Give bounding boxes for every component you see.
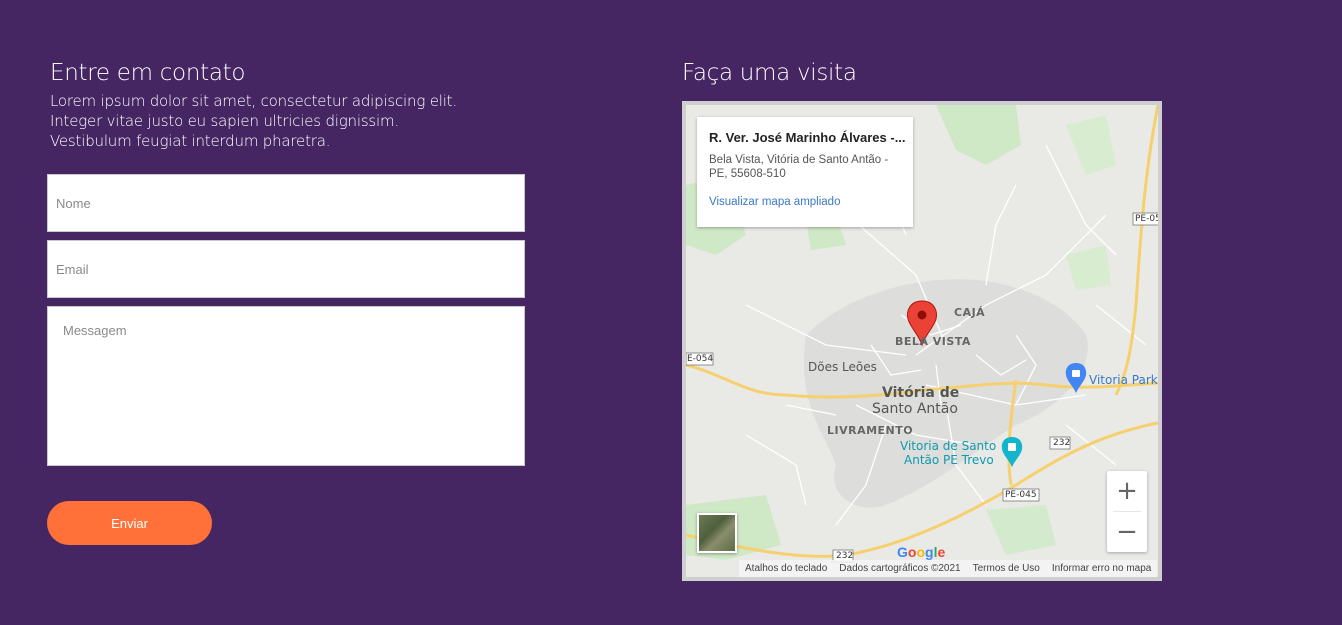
info-card-title: R. Ver. José Marinho Álvares -... — [709, 130, 906, 145]
message-field[interactable] — [47, 306, 525, 466]
road-shield-pe05: PE-05 — [1135, 214, 1158, 224]
map-label-vitoria-2: Santo Antão — [872, 401, 958, 417]
keyboard-shortcuts-link[interactable]: Atalhos do teclado — [739, 560, 833, 577]
report-error-link[interactable]: Informar erro no mapa — [1046, 560, 1158, 577]
info-card-address: Bela Vista, Vitória de Santo Antão - PE,… — [709, 154, 889, 180]
description-line: Integer vitae justo eu sapien ultricies … — [50, 112, 399, 130]
larger-map-link[interactable]: Visualizar mapa ampliado — [709, 196, 840, 208]
map-frame: PE-05 E-054 232 232 PE-045 CAJÁ BELA VIS… — [682, 101, 1162, 581]
map-data-text: Dados cartográficos ©2021 — [839, 563, 961, 574]
contact-title: Entre em contato — [50, 60, 246, 86]
google-logo: Google — [897, 544, 946, 560]
map-info-card: R. Ver. José Marinho Álvares -... Bela V… — [697, 117, 913, 227]
zoom-control: + − — [1107, 471, 1147, 552]
zoom-out-button[interactable]: − — [1107, 512, 1147, 552]
map-label-livramento: LIVRAMENTO — [827, 424, 914, 437]
map-label-caja: CAJÁ — [954, 306, 986, 319]
zoom-in-button[interactable]: + — [1107, 471, 1147, 511]
road-shield-e054: E-054 — [687, 354, 714, 364]
map-footer: Atalhos do teclado Dados cartográficos ©… — [739, 560, 1158, 577]
road-shield-pe045: PE-045 — [1005, 490, 1037, 500]
map-label-vitoria-1: Vitória de — [882, 385, 960, 401]
contact-description: Lorem ipsum dolor sit amet, consectetur … — [50, 91, 457, 151]
description-line: Lorem ipsum dolor sit amet, consectetur … — [50, 92, 457, 110]
map-label-bela-vista: BELA VISTA — [895, 335, 971, 348]
submit-button[interactable]: Enviar — [47, 501, 212, 545]
map-label-trevo-2: Antão PE Trevo — [904, 453, 994, 467]
visit-title: Faça uma visita — [682, 60, 857, 86]
name-field[interactable] — [47, 174, 525, 232]
map-label-trevo-1: Vitoria de Santo — [900, 439, 997, 453]
map-label-vitoria-park: Vitoria Park — [1089, 373, 1158, 387]
satellite-toggle[interactable] — [697, 513, 737, 553]
road-shield-232: 232 — [1053, 438, 1071, 448]
map-label-does-leoes: Dões Leões — [808, 360, 877, 374]
terms-link[interactable]: Termos de Uso — [967, 560, 1046, 577]
transit-station-icon — [1001, 437, 1023, 467]
map-canvas[interactable]: PE-05 E-054 232 232 PE-045 CAJÁ BELA VIS… — [686, 105, 1158, 577]
description-line: Vestibulum feugiat interdum pharetra. — [50, 132, 331, 150]
email-field[interactable] — [47, 240, 525, 298]
